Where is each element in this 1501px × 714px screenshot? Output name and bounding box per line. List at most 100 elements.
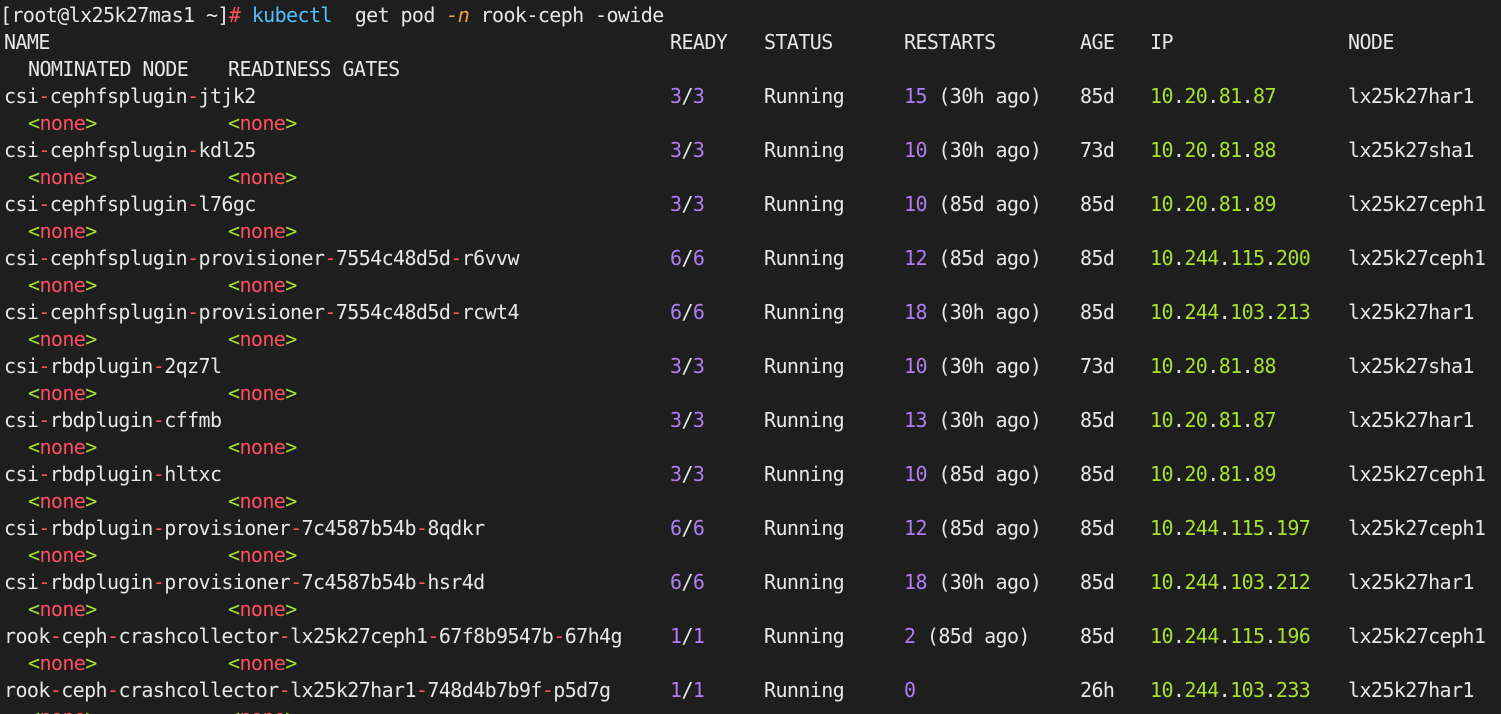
none-label: none <box>239 219 286 243</box>
ready-slash: / <box>681 300 693 324</box>
ip-separator: . <box>1172 516 1185 540</box>
restart-ago: (30h ago) <box>938 84 1042 108</box>
name-segment: provisioner <box>198 246 325 270</box>
restart-ago: (85d ago) <box>938 462 1042 486</box>
pod-ip: 10.244.103.212 <box>1150 569 1311 596</box>
pod-restarts: 0 <box>904 677 916 704</box>
ready-total: 3 <box>692 138 705 162</box>
pod-ip: 10.244.103.233 <box>1150 677 1311 704</box>
angle-close: > <box>285 597 297 621</box>
pod-restarts: 10 (30h ago) <box>904 353 1042 380</box>
name-segment: cephfsplugin <box>49 300 188 324</box>
name-segment: rbdplugin <box>49 516 154 540</box>
name-separator: - <box>152 408 165 432</box>
restart-ago: (85d ago) <box>938 192 1042 216</box>
ip-segment: 88 <box>1253 354 1276 378</box>
name-segment: cephfsplugin <box>49 246 188 270</box>
pod-node: lx25k27sha1 <box>1348 354 1474 378</box>
table-row-wrapped: <none><none> <box>0 380 1501 407</box>
name-separator: - <box>38 138 50 162</box>
terminal-window[interactable]: [root@lx25k27mas1 ~]# kubectl get pod -n… <box>0 0 1501 714</box>
ready-slash: / <box>681 570 693 594</box>
pod-ip: 10.20.81.87 <box>1150 407 1277 434</box>
angle-open: < <box>28 327 40 351</box>
name-separator: - <box>38 570 50 594</box>
restart-count: 18 <box>904 570 927 594</box>
name-segment: csi <box>4 300 39 324</box>
table-row-wrapped: <none><none> <box>0 218 1501 245</box>
angle-close: > <box>85 435 97 459</box>
table-header-row-wrapped: NOMINATED NODE READINESS GATES <box>0 56 1501 83</box>
ready-total: 6 <box>692 570 705 594</box>
ip-separator: . <box>1172 570 1185 594</box>
name-separator: - <box>38 84 50 108</box>
angle-open: < <box>28 165 40 189</box>
name-separator: - <box>541 678 554 702</box>
nominated-node-value: <none> <box>28 110 97 137</box>
pod-ready: 3/3 <box>670 191 705 218</box>
table-row: csi-cephfsplugin-l76gc 3/3 Running 10 (85d … <box>0 191 1501 218</box>
table-row: rook-ceph-crashcollector-lx25k27har1-748… <box>0 677 1501 704</box>
none-label: none <box>239 705 285 714</box>
ready-count: 6 <box>670 300 682 324</box>
header-name: NAME <box>4 30 50 54</box>
ready-count: 3 <box>670 84 682 108</box>
angle-close: > <box>285 381 297 405</box>
name-segment: r6vvw <box>461 246 520 270</box>
ready-total: 3 <box>692 462 705 486</box>
none-label: none <box>39 705 85 714</box>
pod-restarts: 18 (30h ago) <box>904 299 1042 326</box>
nominated-node-value: <none> <box>28 164 97 191</box>
ip-segment: 10 <box>1150 516 1173 540</box>
name-segment: rbdplugin <box>49 408 154 432</box>
angle-close: > <box>85 273 97 297</box>
pod-ip: 10.244.115.197 <box>1150 515 1311 542</box>
pod-restarts: 12 (85d ago) <box>904 515 1042 542</box>
pod-name: csi-cephfsplugin-jtjk2 <box>4 83 256 110</box>
angle-close: > <box>85 327 97 351</box>
table-row-wrapped: <none><none> <box>0 164 1501 191</box>
ip-separator: . <box>1172 84 1185 108</box>
ip-segment: 115 <box>1230 624 1265 648</box>
none-label: none <box>239 435 286 459</box>
name-separator: - <box>106 678 119 702</box>
ip-separator: . <box>1172 462 1185 486</box>
table-row: csi-rbdplugin-hltxc 3/3 Running 10 (85d ago… <box>0 461 1501 488</box>
name-segment: ceph <box>61 624 107 648</box>
ip-segment: 89 <box>1253 192 1276 216</box>
table-header-row: NAME READY STATUS RESTARTS AGE IP NODE <box>0 29 1501 56</box>
angle-close: > <box>85 219 97 243</box>
nominated-node-value: <none> <box>28 488 97 515</box>
angle-close: > <box>85 489 97 513</box>
none-label: none <box>239 489 286 513</box>
ip-segment: 103 <box>1230 300 1265 324</box>
pod-status: Running <box>764 300 845 324</box>
angle-open: < <box>28 273 40 297</box>
ip-separator: . <box>1207 462 1219 486</box>
name-separator: - <box>450 300 462 324</box>
restart-count: 18 <box>904 300 927 324</box>
pod-restarts: 13 (30h ago) <box>904 407 1042 434</box>
name-separator: - <box>152 462 165 486</box>
angle-open: < <box>28 381 40 405</box>
name-segment: csi <box>4 138 39 162</box>
name-separator: - <box>38 354 50 378</box>
angle-open: < <box>28 111 40 135</box>
prompt-hash: # <box>228 3 241 27</box>
angle-close: > <box>285 165 297 189</box>
header-nominated-node: NOMINATED NODE <box>28 57 189 81</box>
name-separator: - <box>324 246 336 270</box>
name-segment: provisioner <box>164 516 291 540</box>
ip-separator: . <box>1264 300 1276 324</box>
ip-segment: 233 <box>1275 678 1311 702</box>
restart-count: 10 <box>904 138 927 162</box>
restart-ago: (85d ago) <box>938 246 1042 270</box>
ip-segment: 244 <box>1184 516 1219 540</box>
ip-separator: . <box>1264 516 1276 540</box>
pod-node: lx25k27ceph1 <box>1348 516 1486 540</box>
name-segment: kdl25 <box>198 138 257 162</box>
angle-open: < <box>228 489 240 513</box>
angle-open: < <box>228 219 240 243</box>
name-segment: csi <box>4 246 39 270</box>
name-segment: csi <box>4 516 39 540</box>
